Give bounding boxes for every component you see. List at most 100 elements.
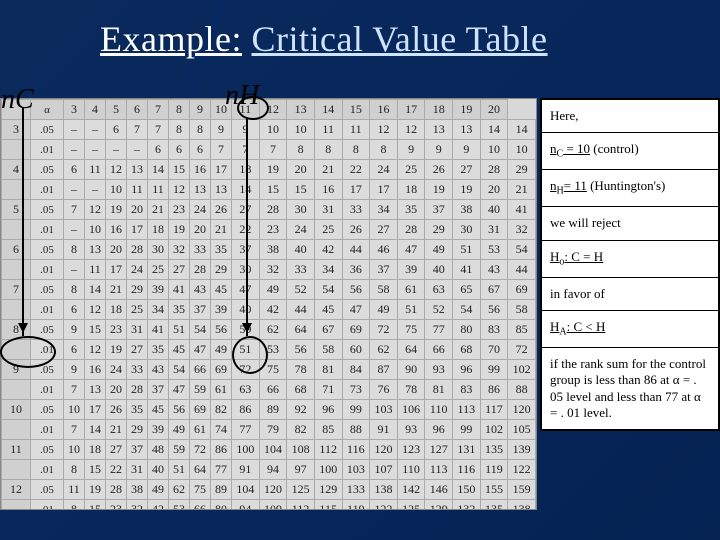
cv-cell: 24	[370, 160, 398, 180]
cv-cell: 43	[480, 260, 508, 280]
cv-cell: 49	[425, 240, 453, 260]
cv-cell: 35	[211, 240, 232, 260]
cv-cell: 59	[169, 440, 190, 460]
cv-cell: 106	[397, 400, 425, 420]
cv-cell: 133	[342, 480, 370, 500]
row-alpha: .01	[31, 300, 64, 320]
cv-cell: 9	[64, 320, 85, 340]
cv-cell: 61	[397, 280, 425, 300]
row-n-label: 10	[2, 400, 31, 420]
cv-cell: 10	[508, 140, 536, 160]
cv-cell: 35	[397, 200, 425, 220]
cv-cell: 11	[342, 120, 370, 140]
cv-cell: 25	[314, 220, 342, 240]
cv-cell: 82	[287, 420, 315, 440]
row-n-label: 6	[2, 240, 31, 260]
info-line: nH= 11 (Huntington's)	[542, 170, 718, 207]
explanation-box: Here, nC = 10 (control) nH= 11 (Huntingt…	[540, 98, 720, 431]
cv-cell: 24	[287, 220, 315, 240]
cv-cell: 10	[259, 120, 287, 140]
cv-cell: 59	[232, 320, 260, 340]
cv-cell: 84	[342, 360, 370, 380]
row-n-label: 11	[2, 440, 31, 460]
cv-cell: 69	[211, 360, 232, 380]
cv-cell: 14	[232, 180, 260, 200]
cv-cell: 72	[508, 340, 536, 360]
row-n-label: 5	[2, 200, 31, 220]
row-alpha: .05	[31, 320, 64, 340]
cv-cell: 54	[508, 240, 536, 260]
cv-cell: 68	[453, 340, 481, 360]
cv-cell: 44	[342, 240, 370, 260]
cv-cell: 91	[232, 460, 260, 480]
cv-cell: 35	[127, 400, 148, 420]
cv-cell: 29	[127, 280, 148, 300]
cv-cell: 13	[85, 380, 106, 400]
cv-cell: 7	[64, 200, 85, 220]
cv-cell: 89	[259, 400, 287, 420]
cv-cell: 26	[425, 160, 453, 180]
cv-cell: –	[64, 220, 85, 240]
cv-cell: 49	[211, 340, 232, 360]
cv-cell: 40	[287, 240, 315, 260]
cv-cell: 37	[127, 440, 148, 460]
cv-cell: 28	[127, 380, 148, 400]
row-alpha: .05	[31, 280, 64, 300]
row-n-label	[2, 140, 31, 160]
cv-cell: 47	[232, 280, 260, 300]
cv-cell: 79	[259, 420, 287, 440]
cv-cell: 69	[508, 280, 536, 300]
cv-cell: 42	[148, 500, 169, 511]
cv-cell: 10	[85, 220, 106, 240]
cv-cell: 138	[370, 480, 398, 500]
row-n-label: 3	[2, 120, 31, 140]
cv-cell: 37	[425, 200, 453, 220]
cv-cell: 27	[106, 440, 127, 460]
cv-cell: 86	[211, 440, 232, 460]
row-n-label: 4	[2, 160, 31, 180]
cv-cell: 34	[370, 200, 398, 220]
cv-cell: 75	[397, 320, 425, 340]
cv-cell: 32	[508, 220, 536, 240]
cv-cell: 17	[370, 180, 398, 200]
cv-cell: 39	[397, 260, 425, 280]
cv-cell: 31	[127, 460, 148, 480]
cv-cell: 10	[287, 120, 315, 140]
cv-cell: 24	[106, 360, 127, 380]
row-alpha: .01	[31, 380, 64, 400]
cv-cell: 100	[232, 440, 260, 460]
cv-cell: 8	[64, 500, 85, 511]
cv-cell: 19	[169, 220, 190, 240]
cv-cell: 146	[425, 480, 453, 500]
cv-cell: 102	[480, 420, 508, 440]
cv-cell: 17	[106, 260, 127, 280]
cv-cell: 29	[425, 220, 453, 240]
cv-cell: 9	[425, 140, 453, 160]
col-header: 18	[425, 100, 453, 120]
col-header: 16	[370, 100, 398, 120]
cv-cell: 108	[287, 440, 315, 460]
cv-cell: 18	[106, 300, 127, 320]
info-line: nC = 10 (control)	[542, 133, 718, 170]
cv-cell: 23	[106, 320, 127, 340]
cv-cell: –	[64, 180, 85, 200]
cv-cell: 86	[480, 380, 508, 400]
cv-cell: 66	[190, 500, 211, 511]
cv-cell: 58	[508, 300, 536, 320]
row-n-label	[2, 340, 31, 360]
cv-cell: 99	[342, 400, 370, 420]
cv-cell: 92	[287, 400, 315, 420]
row-alpha: .01	[31, 140, 64, 160]
cv-cell: 127	[425, 440, 453, 460]
row-alpha: .01	[31, 220, 64, 240]
cv-cell: 39	[211, 300, 232, 320]
cv-cell: 9	[453, 140, 481, 160]
info-line: HA: C < H	[542, 311, 718, 348]
cv-cell: 110	[397, 460, 425, 480]
cv-cell: 85	[314, 420, 342, 440]
cv-cell: 52	[425, 300, 453, 320]
cv-cell: 64	[287, 320, 315, 340]
cv-cell: 10	[64, 400, 85, 420]
cv-cell: 15	[259, 180, 287, 200]
row-n-label: 7	[2, 280, 31, 300]
